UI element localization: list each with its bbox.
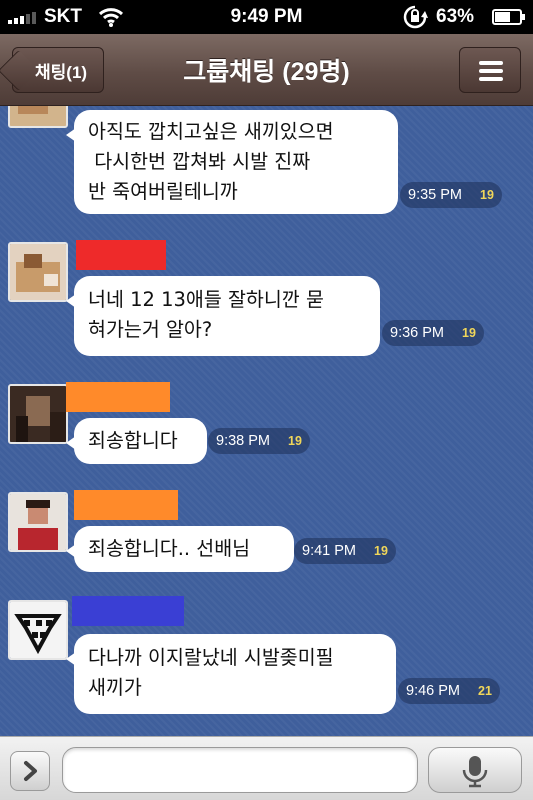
message-time: 9:46 PM: [406, 683, 460, 699]
avatar[interactable]: [8, 106, 68, 128]
unread-count: 19: [462, 326, 476, 340]
rotation-lock-icon: [402, 5, 428, 35]
sender-name-redacted: [72, 596, 184, 626]
microphone-icon: [462, 756, 488, 788]
message-meta: 9:35 PM 19: [400, 182, 502, 208]
message-meta: 9:46 PM 21: [398, 678, 500, 704]
sender-name-redacted: [74, 490, 178, 520]
unread-count: 21: [478, 684, 492, 698]
status-bar: SKT 9:49 PM 63%: [0, 0, 533, 34]
message-bubble: 죄송합니다: [66, 418, 207, 464]
chat-title: 그룹채팅 (29명): [183, 58, 350, 86]
unread-count: 19: [374, 544, 388, 558]
message-meta: 9:38 PM 19: [208, 428, 310, 454]
message-bubble: 죄송합니다.. 선배님: [66, 526, 294, 572]
expand-arrow-icon: [24, 761, 37, 781]
message-time: 9:35 PM: [408, 187, 462, 203]
message-bubble: 아직도 깝치고싶은 새끼있으면 다시한번 깝쳐봐 시발 진짜 반 죽여버릴테니까: [66, 110, 398, 214]
message-bubble: 너네 12 13애들 잘하니깐 묻 혀가는거 알아?: [66, 276, 380, 356]
message-time: 9:38 PM: [216, 433, 270, 449]
message-time: 9:36 PM: [390, 325, 444, 341]
nav-bar: 채팅(1) 그룹채팅 (29명): [0, 34, 533, 106]
expand-button[interactable]: [10, 751, 50, 791]
menu-button[interactable]: [459, 47, 521, 93]
message-bubble: 다나까 이지랄났네 시발좆미필 새끼가: [66, 634, 396, 714]
unread-count: 19: [480, 188, 494, 202]
avatar[interactable]: [8, 600, 68, 660]
sender-name-redacted: [76, 240, 166, 270]
microphone-button[interactable]: [428, 747, 522, 793]
battery-icon: [492, 9, 525, 25]
avatar[interactable]: [8, 492, 68, 552]
message-input[interactable]: [62, 747, 418, 793]
avatar[interactable]: [8, 384, 68, 444]
message-meta: 9:36 PM 19: [382, 320, 484, 346]
unread-count: 19: [288, 434, 302, 448]
message-time: 9:41 PM: [302, 543, 356, 559]
message-meta: 9:41 PM 19: [294, 538, 396, 564]
sender-name-redacted: [66, 382, 170, 412]
chat-area[interactable]: 아직도 깝치고싶은 새끼있으면 다시한번 깝쳐봐 시발 진짜 반 죽여버릴테니까…: [0, 106, 533, 736]
input-bar: [0, 736, 533, 800]
avatar[interactable]: [8, 242, 68, 302]
battery-percent: 63%: [436, 6, 475, 27]
